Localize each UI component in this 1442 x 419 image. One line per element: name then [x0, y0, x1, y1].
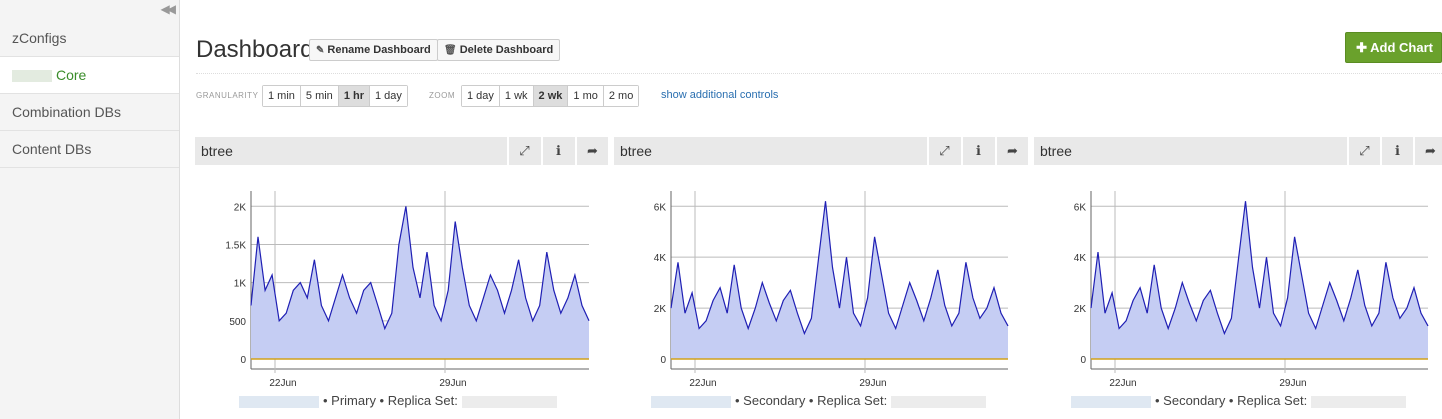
chart-title-bar: btree ⤢ ℹ ➦: [1034, 137, 1442, 165]
x-tick-label: 29Jun: [859, 378, 886, 387]
granularity-selector: 1 min 5 min 1 hr 1 day: [262, 85, 408, 107]
share-icon[interactable]: ➦: [995, 137, 1028, 165]
redacted-host: [239, 395, 319, 408]
zoom-option[interactable]: 1 day: [462, 86, 500, 106]
sidebar-item-label: Content DBs: [12, 141, 92, 157]
granularity-option[interactable]: 1 min: [263, 86, 301, 106]
replica-role-text: • Secondary • Replica Set:: [735, 393, 888, 408]
expand-icon[interactable]: ⤢: [927, 137, 960, 165]
sidebar-item-combination-dbs[interactable]: Combination DBs: [0, 94, 179, 131]
info-icon[interactable]: ℹ: [961, 137, 994, 165]
y-tick-label: 6K: [1074, 202, 1087, 213]
chart-panel: btree ⤢ ℹ ➦ 0 500 1K 1.5K 2K 22Jun 29Jun • Primary …: [195, 137, 608, 419]
collapse-sidebar-icon[interactable]: ◀◀: [161, 2, 177, 16]
granularity-option[interactable]: 1 day: [370, 86, 407, 106]
share-icon[interactable]: ➦: [1413, 137, 1442, 165]
redacted-replica-set: [891, 395, 987, 408]
series-area: [1091, 201, 1428, 359]
sidebar-item-label: zConfigs: [12, 30, 67, 46]
chart-title: btree: [1040, 143, 1072, 159]
x-tick-label: 29Jun: [1279, 378, 1306, 387]
chart-panel: btree ⤢ ℹ ➦ 0 2K 4K 6K 22Jun 29Jun • Secondary • R…: [1034, 137, 1442, 419]
chart-svg: 0 2K 4K 6K 22Jun 29Jun: [1074, 191, 1429, 387]
page-header: Dashboard ✎ Rename Dashboard 🗑 Delete Dash…: [196, 32, 1442, 74]
chart-panel: btree ⤢ ℹ ➦ 0 2K 4K 6K 22Jun 29Jun • Secondary • R…: [614, 137, 1028, 419]
rename-dashboard-label: Rename Dashboard: [327, 44, 431, 56]
zoom-option[interactable]: 2 mo: [603, 86, 639, 106]
x-tick-label: 22Jun: [689, 378, 716, 387]
sidebar-nav: zConfigs Core Combination DBs Content DB…: [0, 20, 179, 168]
sidebar-item-content-dbs[interactable]: Content DBs: [0, 131, 179, 168]
pencil-icon: ✎: [316, 45, 325, 56]
chart-title-bar: btree ⤢ ℹ ➦: [195, 137, 608, 165]
zoom-label: ZOOM: [429, 91, 455, 100]
replica-role-text: • Secondary • Replica Set:: [1155, 393, 1308, 408]
info-icon[interactable]: ℹ: [1380, 137, 1413, 165]
rename-dashboard-button[interactable]: ✎ Rename Dashboard: [309, 39, 438, 61]
redacted-name: [12, 70, 52, 83]
sidebar-item-core[interactable]: Core: [0, 57, 179, 94]
y-tick-label: 4K: [654, 253, 667, 264]
x-tick-label: 29Jun: [439, 378, 466, 387]
chart-svg: 0 2K 4K 6K 22Jun 29Jun: [654, 191, 1009, 387]
sidebar-item-label: Combination DBs: [12, 104, 121, 120]
redacted-replica-set: [461, 395, 557, 408]
trash-icon: 🗑: [444, 45, 457, 56]
chart-caption: • Secondary • Replica Set:: [1071, 393, 1442, 408]
chart-svg: 0 500 1K 1.5K 2K 22Jun 29Jun: [225, 191, 590, 387]
sidebar: ◀◀ zConfigs Core Combination DBs Content…: [0, 0, 180, 419]
x-tick-label: 22Jun: [269, 378, 296, 387]
sidebar-item-label: Core: [56, 67, 87, 83]
y-tick-label: 2K: [1074, 304, 1087, 315]
redacted-host: [651, 395, 731, 408]
zoom-selector: 1 day 1 wk 2 wk 1 mo 2 mo: [461, 85, 640, 107]
redacted-host: [1071, 395, 1151, 408]
add-chart-button[interactable]: ✚ Add Chart: [1345, 32, 1442, 63]
add-chart-label: Add Chart: [1370, 40, 1433, 55]
y-tick-label: 500: [229, 317, 246, 328]
series-area: [671, 201, 1008, 359]
y-tick-label: 1.5K: [225, 240, 246, 251]
expand-icon[interactable]: ⤢: [1347, 137, 1380, 165]
replica-role-text: • Primary • Replica Set:: [323, 393, 458, 408]
chart-title: btree: [201, 143, 233, 159]
y-tick-label: 0: [1080, 355, 1086, 366]
delete-dashboard-button[interactable]: 🗑 Delete Dashboard: [437, 39, 561, 61]
x-tick-label: 22Jun: [1109, 378, 1136, 387]
granularity-label: GRANULARITY: [196, 91, 259, 100]
y-tick-label: 1K: [234, 279, 247, 290]
chart-title-bar: btree ⤢ ℹ ➦: [614, 137, 1028, 165]
chart-caption: • Secondary • Replica Set:: [651, 393, 1028, 408]
zoom-option[interactable]: 1 mo: [568, 86, 604, 106]
plus-icon: ✚: [1356, 40, 1371, 55]
granularity-option[interactable]: 5 min: [300, 86, 339, 106]
chart-title: btree: [620, 143, 652, 159]
y-tick-label: 4K: [1074, 253, 1087, 264]
expand-icon[interactable]: ⤢: [507, 137, 540, 165]
delete-dashboard-label: Delete Dashboard: [459, 44, 554, 56]
show-additional-controls-link[interactable]: show additional controls: [661, 89, 778, 101]
y-tick-label: 2K: [654, 304, 667, 315]
granularity-option[interactable]: 1 hr: [338, 86, 370, 106]
y-tick-label: 6K: [654, 202, 667, 213]
y-tick-label: 2K: [234, 202, 247, 213]
y-tick-label: 0: [240, 355, 246, 366]
zoom-option[interactable]: 2 wk: [533, 86, 569, 106]
sidebar-item-zconfigs[interactable]: zConfigs: [0, 20, 179, 57]
share-icon[interactable]: ➦: [575, 137, 608, 165]
info-icon[interactable]: ℹ: [541, 137, 574, 165]
zoom-option[interactable]: 1 wk: [499, 86, 534, 106]
page-title: Dashboard: [196, 36, 314, 63]
redacted-replica-set: [1311, 395, 1407, 408]
chart-caption: • Primary • Replica Set:: [239, 393, 608, 408]
y-tick-label: 0: [660, 355, 666, 366]
